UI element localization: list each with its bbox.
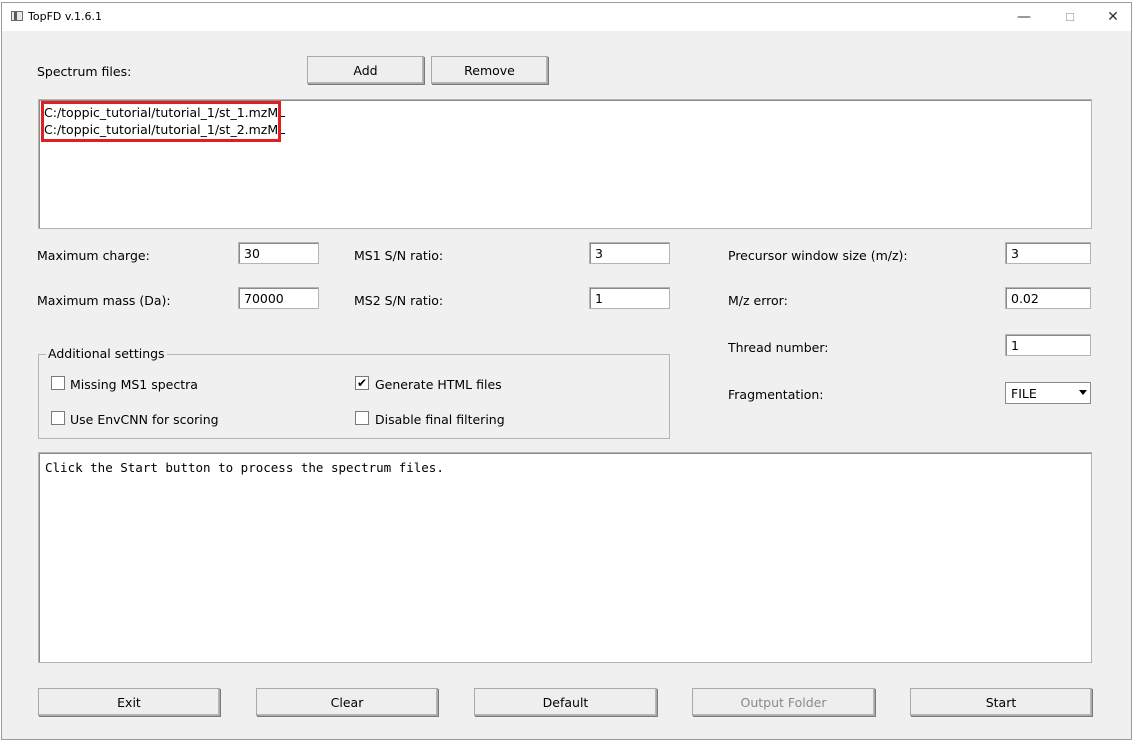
selection-highlight bbox=[41, 101, 281, 142]
check-icon: ✔ bbox=[356, 376, 368, 390]
fragmentation-label: Fragmentation: bbox=[728, 387, 824, 402]
output-folder-button[interactable]: Output Folder bbox=[692, 688, 875, 716]
log-output[interactable]: Click the Start button to process the sp… bbox=[38, 452, 1092, 663]
disable-filtering-checkbox[interactable] bbox=[355, 411, 369, 425]
max-mass-label: Maximum mass (Da): bbox=[37, 293, 171, 308]
missing-ms1-checkbox[interactable] bbox=[51, 376, 65, 390]
mz-error-label: M/z error: bbox=[728, 293, 788, 308]
generate-html-label[interactable]: Generate HTML files bbox=[375, 377, 502, 392]
spectrum-files-label: Spectrum files: bbox=[37, 64, 132, 79]
close-button[interactable]: ✕ bbox=[1091, 3, 1135, 31]
maximize-button[interactable]: ☐ bbox=[1048, 3, 1092, 31]
max-mass-field[interactable]: 70000 bbox=[238, 287, 319, 309]
exit-button[interactable]: Exit bbox=[38, 688, 220, 716]
fragmentation-value: FILE bbox=[1011, 386, 1037, 401]
default-button[interactable]: Default bbox=[474, 688, 657, 716]
fragmentation-select[interactable]: FILE bbox=[1005, 382, 1091, 404]
thread-number-label: Thread number: bbox=[728, 340, 829, 355]
precursor-window-field[interactable]: 3 bbox=[1005, 242, 1091, 264]
thread-number-field[interactable]: 1 bbox=[1005, 334, 1091, 356]
app-icon bbox=[11, 11, 23, 21]
clear-button[interactable]: Clear bbox=[256, 688, 438, 716]
spectrum-files-list[interactable]: C:/toppic_tutorial/tutorial_1/st_1.mzML … bbox=[38, 99, 1092, 229]
precursor-window-label: Precursor window size (m/z): bbox=[728, 248, 908, 263]
start-button[interactable]: Start bbox=[910, 688, 1092, 716]
additional-settings-title: Additional settings bbox=[46, 346, 167, 361]
ms2-sn-field[interactable]: 1 bbox=[589, 287, 670, 309]
max-charge-field[interactable]: 30 bbox=[238, 242, 319, 264]
minimize-button[interactable]: — bbox=[1002, 3, 1046, 31]
log-text: Click the Start button to process the sp… bbox=[45, 460, 444, 475]
ms1-sn-label: MS1 S/N ratio: bbox=[354, 248, 444, 263]
use-envcnn-checkbox[interactable] bbox=[51, 411, 65, 425]
mz-error-field[interactable]: 0.02 bbox=[1005, 287, 1091, 309]
ms2-sn-label: MS2 S/N ratio: bbox=[354, 293, 444, 308]
disable-filtering-label[interactable]: Disable final filtering bbox=[375, 412, 505, 427]
ms1-sn-field[interactable]: 3 bbox=[589, 242, 670, 264]
window-title: TopFD v.1.6.1 bbox=[28, 10, 102, 23]
topfd-window: TopFD v.1.6.1 — ☐ ✕ Spectrum files: Add … bbox=[1, 2, 1132, 740]
missing-ms1-label[interactable]: Missing MS1 spectra bbox=[70, 377, 198, 392]
generate-html-checkbox[interactable]: ✔ bbox=[355, 376, 369, 390]
chevron-down-icon[interactable] bbox=[1079, 390, 1087, 395]
add-button[interactable]: Add bbox=[307, 56, 424, 84]
title-bar: TopFD v.1.6.1 — ☐ ✕ bbox=[2, 3, 1131, 31]
remove-button[interactable]: Remove bbox=[431, 56, 548, 84]
max-charge-label: Maximum charge: bbox=[37, 248, 150, 263]
use-envcnn-label[interactable]: Use EnvCNN for scoring bbox=[70, 412, 219, 427]
